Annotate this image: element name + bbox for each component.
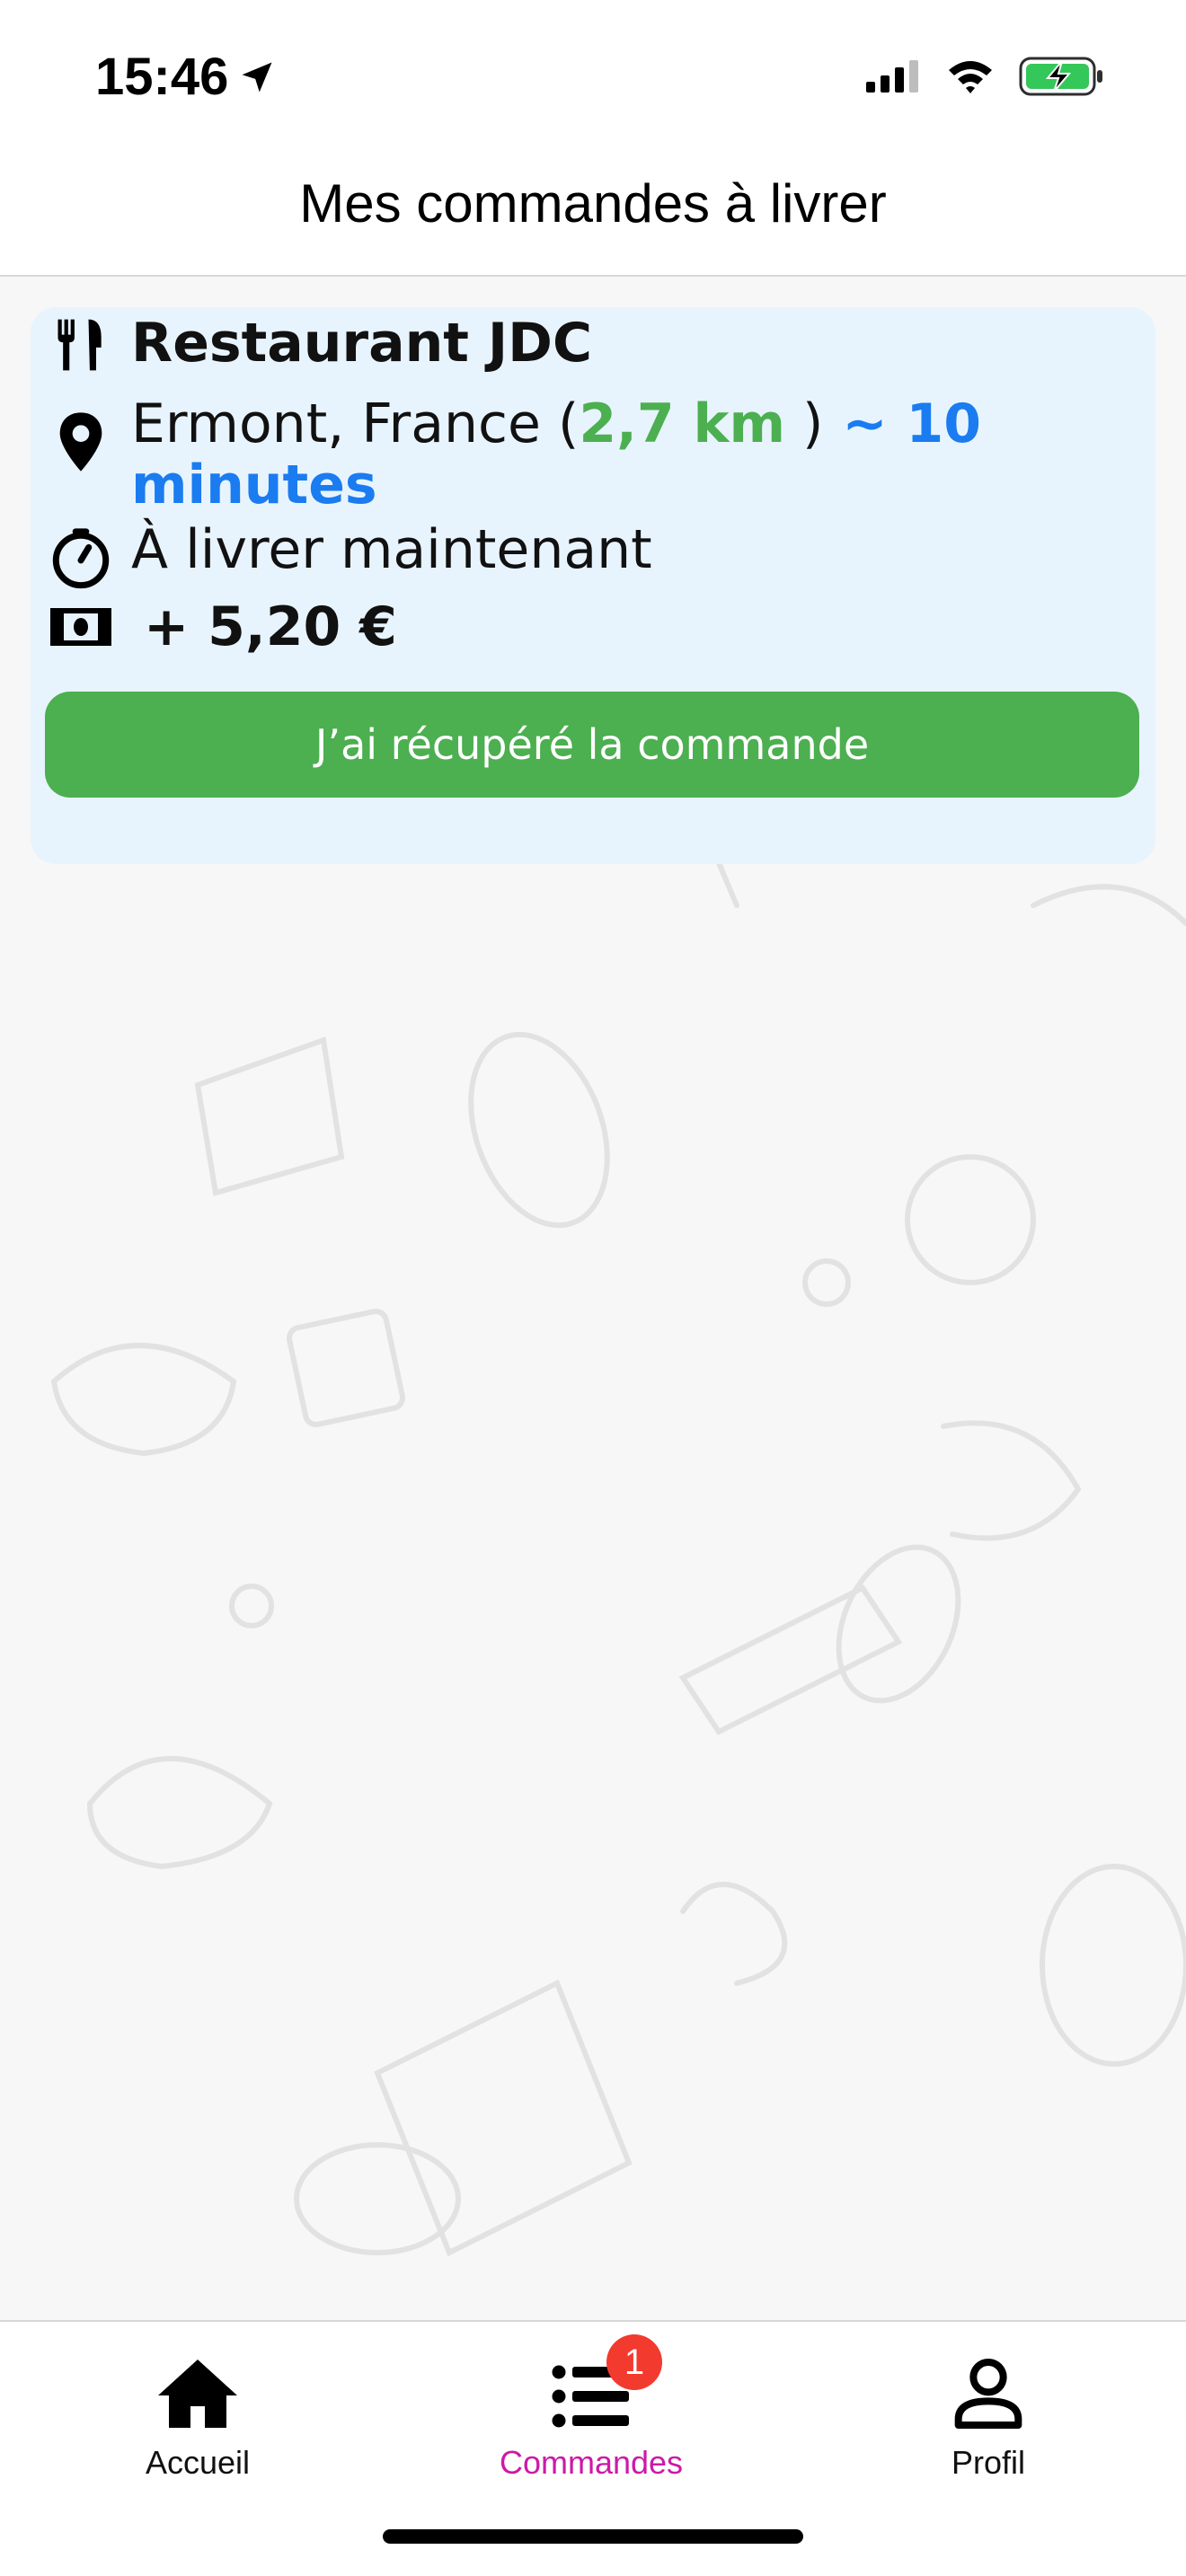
earnings-value: + 5,20 € — [144, 595, 397, 658]
earnings-row: + 5,20 € — [49, 596, 397, 657]
location-text: Ermont, France (2,7 km ) ~ 10 minutes — [131, 393, 1084, 516]
location-arrow-icon — [242, 62, 272, 92]
timing-text: À livrer maintenant — [131, 518, 652, 581]
orders-content: Restaurant JDC Ermont, France (2,7 km ) … — [0, 277, 1186, 2320]
home-indicator — [383, 2529, 803, 2544]
order-card: Restaurant JDC Ermont, France (2,7 km ) … — [31, 307, 1155, 864]
cash-icon — [49, 596, 113, 648]
restaurant-row: Restaurant JDC — [49, 313, 592, 377]
tab-commandes[interactable]: 1 Commandes — [456, 2334, 726, 2482]
wifi-icon — [949, 61, 992, 93]
clock-icon — [49, 519, 113, 589]
status-icons — [864, 56, 1105, 97]
status-time-text: 15:46 — [95, 48, 229, 106]
cellular-signal-icon — [866, 60, 918, 93]
orders-badge: 1 — [606, 2334, 662, 2390]
timing-row: À livrer maintenant — [49, 519, 652, 589]
status-time: 15:46 — [95, 47, 277, 107]
restaurant-name: Restaurant JDC — [131, 312, 593, 375]
location-city: Ermont, France ( — [131, 393, 580, 455]
restaurant-icon — [49, 313, 113, 377]
home-icon — [158, 2360, 237, 2428]
location-suffix: ) — [784, 393, 824, 455]
tab-label-profil: Profil — [951, 2444, 1026, 2481]
tab-label-commandes: Commandes — [499, 2444, 684, 2481]
person-icon — [954, 2359, 1022, 2429]
tab-label-accueil: Accueil — [145, 2444, 251, 2481]
page-title: Mes commandes à livrer — [299, 173, 887, 234]
status-bar: 15:46 — [0, 0, 1186, 153]
battery-charging-icon — [1019, 57, 1102, 96]
order-picked-up-button[interactable]: J’ai récupéré la commande — [45, 692, 1139, 798]
location-row: Ermont, France (2,7 km ) ~ 10 minutes — [49, 393, 1109, 516]
tab-profil[interactable]: Profil — [854, 2342, 1123, 2482]
map-pin-icon — [49, 393, 113, 474]
tab-accueil[interactable]: Accueil — [63, 2342, 332, 2482]
navigation-header: Mes commandes à livrer — [0, 153, 1186, 277]
distance-value: 2,7 km — [579, 393, 785, 455]
